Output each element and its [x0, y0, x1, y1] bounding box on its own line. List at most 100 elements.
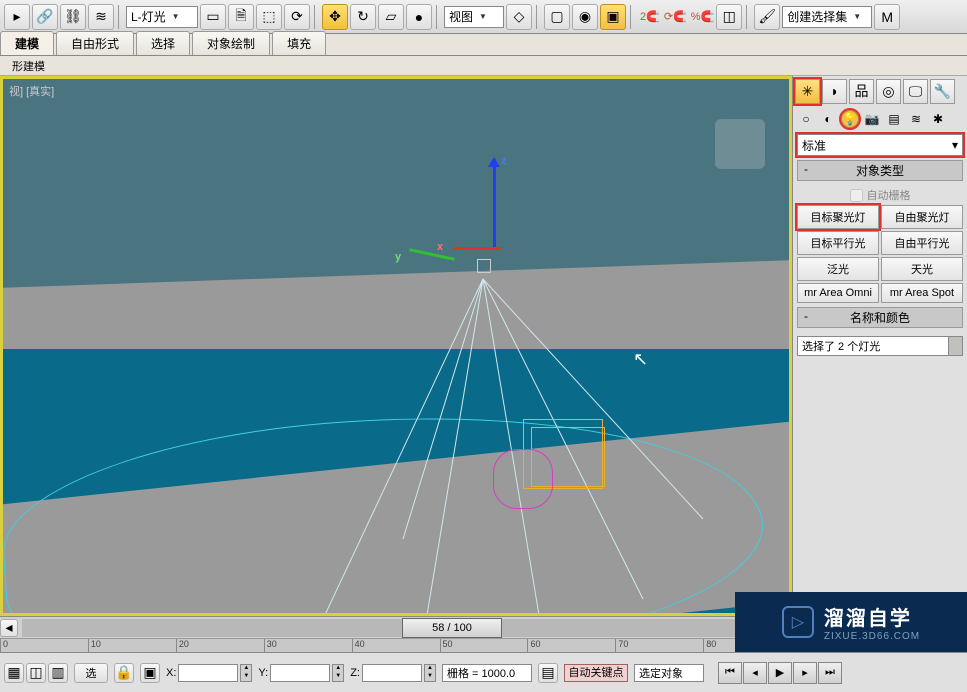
ruler-mark: 20: [176, 639, 264, 652]
create-tab[interactable]: ✳: [795, 79, 820, 104]
gizmo-axis[interactable]: z x y: [443, 159, 523, 279]
sphere-icon[interactable]: ●: [406, 4, 432, 30]
unlink-icon[interactable]: ⛓: [60, 4, 86, 30]
toolbar-button[interactable]: 🗎: [228, 4, 254, 30]
selection-set-label: 创建选择集: [787, 8, 847, 25]
prev-frame-icon[interactable]: ◂: [743, 662, 767, 684]
x-coord-field: X: ▲▼: [166, 664, 252, 682]
skylight-button[interactable]: 天光: [881, 257, 963, 281]
ruler-mark: 0: [0, 639, 88, 652]
z-coord-field: Z: ▲▼: [350, 664, 436, 682]
display-tab[interactable]: 🖵: [903, 79, 928, 104]
spacewarps-icon[interactable]: ≋: [907, 110, 925, 128]
systems-icon[interactable]: ✱: [929, 110, 947, 128]
viewport[interactable]: 视] [真实] z x y ↖: [0, 76, 792, 616]
mr-area-spot-button[interactable]: mr Area Spot: [881, 283, 963, 303]
cameras-icon[interactable]: 📷: [863, 110, 881, 128]
selection-set-dropdown[interactable]: 创建选择集 ▼: [782, 6, 872, 28]
select-icon[interactable]: ⬚: [256, 4, 282, 30]
brush-icon[interactable]: 🖌: [754, 4, 780, 30]
snap-angle-icon[interactable]: ⟳🧲: [664, 10, 687, 23]
helpers-icon[interactable]: ▤: [885, 110, 903, 128]
modify-tab[interactable]: ◗: [822, 79, 847, 104]
object-color-swatch[interactable]: [949, 336, 963, 356]
tab-object-paint[interactable]: 对象绘制: [192, 31, 270, 55]
toolbar-button[interactable]: ▣: [600, 4, 626, 30]
main-toolbar: ▸ 🔗 ⛓ ≋ L-灯光 ▼ ▭ 🗎 ⬚ ⟳ ✥ ↻ ▱ ● 视图 ▼ ◇ ▢ …: [0, 0, 967, 34]
light-buttons-grid: 目标聚光灯 自由聚光灯 目标平行光 自由平行光 泛光 天光 mr Area Om…: [797, 205, 963, 303]
x-input[interactable]: [178, 664, 238, 682]
free-direct-button[interactable]: 自由平行光: [881, 231, 963, 255]
target-direct-button[interactable]: 目标平行光: [797, 231, 879, 255]
ref-coord-dropdown[interactable]: 视图 ▼: [444, 6, 504, 28]
toolbar-button[interactable]: ▸: [4, 4, 30, 30]
omni-button[interactable]: 泛光: [797, 257, 879, 281]
z-spinner[interactable]: ▲▼: [424, 664, 436, 682]
toolbar-button[interactable]: ⟳: [284, 4, 310, 30]
light-filter-label: L-灯光: [131, 8, 166, 25]
toolbar-button[interactable]: M: [874, 4, 900, 30]
goto-end-icon[interactable]: ⏭: [818, 662, 842, 684]
timeline-prev-icon[interactable]: ◂: [0, 619, 18, 637]
select-lock-button[interactable]: 选: [74, 663, 108, 683]
free-spot-button[interactable]: 自由聚光灯: [881, 205, 963, 229]
sub-tab-polymodel[interactable]: 形建模: [4, 57, 53, 75]
tab-populate[interactable]: 填充: [272, 31, 326, 55]
toolbar-button[interactable]: ◉: [572, 4, 598, 30]
axis-y-label: y: [395, 251, 401, 263]
status-icon[interactable]: ▤: [538, 663, 558, 683]
utilities-tab[interactable]: 🔧: [930, 79, 955, 104]
x-spinner[interactable]: ▲▼: [240, 664, 252, 682]
rollout-object-type[interactable]: - 对象类型: [797, 160, 963, 181]
next-frame-icon[interactable]: ▸: [793, 662, 817, 684]
scale-icon[interactable]: ▱: [378, 4, 404, 30]
toolbar-button[interactable]: ◫: [716, 4, 742, 30]
status-icon[interactable]: ◫: [26, 663, 46, 683]
link-icon[interactable]: 🔗: [32, 4, 58, 30]
toolbar-button[interactable]: ◇: [506, 4, 532, 30]
tab-modeling[interactable]: 建模: [0, 31, 54, 55]
rollout-object-type-label: 对象类型: [856, 164, 904, 178]
geometry-icon[interactable]: ○: [797, 110, 815, 128]
snap-pct-icon[interactable]: %🧲: [691, 10, 714, 23]
auto-key-button[interactable]: 自动关键点: [564, 664, 628, 682]
lights-icon[interactable]: 💡: [841, 110, 859, 128]
mr-area-omni-button[interactable]: mr Area Omni: [797, 283, 879, 303]
y-label: Y:: [258, 667, 268, 679]
toolbar-button[interactable]: ▭: [200, 4, 226, 30]
main-area: 视] [真实] z x y ↖ ✳ ◗ 品: [0, 76, 967, 616]
time-slider-thumb[interactable]: 58 / 100: [402, 618, 502, 638]
snap-2-icon[interactable]: 2🧲: [640, 10, 660, 23]
create-category-row: ○ ◐ 💡 📷 ▤ ≋ ✱: [793, 106, 967, 132]
goto-start-icon[interactable]: ⏮: [718, 662, 742, 684]
object-name-input[interactable]: [797, 336, 949, 356]
minus-icon: -: [804, 309, 808, 323]
motion-tab[interactable]: ◎: [876, 79, 901, 104]
target-spot-button[interactable]: 目标聚光灯: [797, 205, 879, 229]
status-icon[interactable]: ▥: [48, 663, 68, 683]
z-label: Z:: [350, 667, 360, 679]
auto-grid-checkbox: [850, 189, 863, 202]
light-type-dropdown[interactable]: 标准 ▾: [797, 134, 963, 156]
wave-icon[interactable]: ≋: [88, 4, 114, 30]
y-input[interactable]: [270, 664, 330, 682]
tab-select[interactable]: 选择: [136, 31, 190, 55]
watermark-url: ZIXUE.3D66.COM: [824, 631, 920, 642]
z-input[interactable]: [362, 664, 422, 682]
view-cube[interactable]: [715, 119, 765, 169]
transform-mode-icon[interactable]: ▣: [140, 663, 160, 683]
light-filter-dropdown[interactable]: L-灯光 ▼: [126, 6, 198, 28]
rotate-icon[interactable]: ↻: [350, 4, 376, 30]
y-spinner[interactable]: ▲▼: [332, 664, 344, 682]
command-panel-tabs: ✳ ◗ 品 ◎ 🖵 🔧: [793, 76, 967, 106]
tab-freeform[interactable]: 自由形式: [56, 31, 134, 55]
play-icon[interactable]: ▶: [768, 662, 792, 684]
shapes-icon[interactable]: ◐: [819, 110, 837, 128]
rollout-name-color[interactable]: - 名称和颜色: [797, 307, 963, 328]
toolbar-button[interactable]: ▢: [544, 4, 570, 30]
status-icon[interactable]: ▦: [4, 663, 24, 683]
hierarchy-tab[interactable]: 品: [849, 79, 874, 104]
ruler-mark: 30: [264, 639, 352, 652]
lock-icon[interactable]: 🔒: [114, 663, 134, 683]
move-icon[interactable]: ✥: [322, 4, 348, 30]
